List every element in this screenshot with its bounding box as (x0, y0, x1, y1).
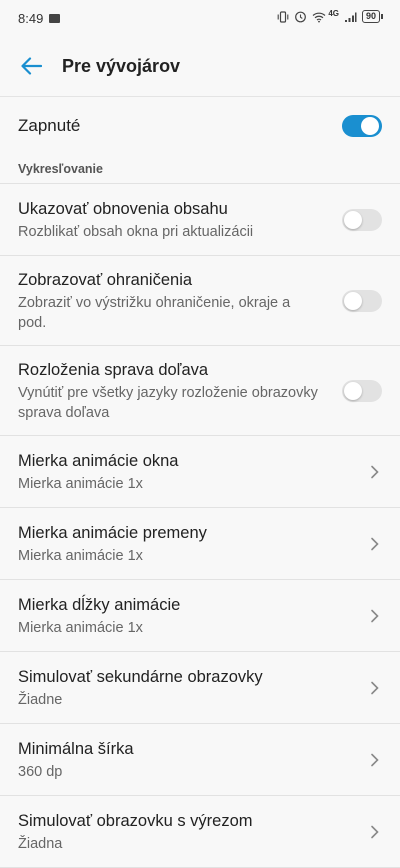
toggle-knob (361, 117, 379, 135)
toggle-knob (344, 291, 362, 310)
chevron-right-icon (368, 465, 382, 479)
setting-show-surface-updates[interactable]: Ukazovať obnovenia obsahu Rozblikať obsa… (0, 184, 400, 256)
toggle-knob (344, 210, 362, 229)
setting-subtitle: Žiadna (18, 835, 63, 852)
battery-icon: 90 (361, 10, 384, 23)
setting-show-layout-bounds[interactable]: Zobrazovať ohraničenia Zobraziť vo výstr… (0, 256, 400, 346)
chevron-right-icon (368, 825, 382, 839)
setting-simulate-display-cutout[interactable]: Simulovať obrazovku s výrezom Žiadna (0, 796, 400, 868)
page-title: Pre vývojárov (62, 55, 181, 76)
toggle-switch[interactable] (342, 208, 382, 231)
setting-force-rtl-layout[interactable]: Rozloženia sprava doľava Vynútiť pre vše… (0, 346, 400, 436)
chevron-right-icon (368, 681, 382, 695)
network-type-label: 4G (328, 9, 339, 18)
signal-icon (344, 12, 357, 22)
status-bar: 8:49 4G 90 (0, 0, 400, 36)
main-toggle-switch[interactable] (342, 115, 382, 137)
toggle-switch[interactable] (342, 289, 382, 312)
chevron-right-icon (368, 537, 382, 551)
setting-transition-animation-scale[interactable]: Mierka animácie premeny Mierka animácie … (0, 508, 400, 580)
battery-level: 90 (365, 11, 376, 21)
back-arrow-icon[interactable] (18, 53, 44, 79)
toggle-switch[interactable] (342, 379, 382, 402)
setting-subtitle: Žiadne (18, 691, 63, 708)
setting-title: Zobrazovať ohraničenia (18, 270, 193, 289)
alarm-icon (295, 11, 307, 23)
chevron-right-icon (368, 753, 382, 767)
setting-animator-duration-scale[interactable]: Mierka dĺžky animácie Mierka animácie 1x (0, 580, 400, 652)
setting-title: Mierka animácie premeny (18, 523, 207, 542)
main-toggle-label: Zapnuté (18, 116, 81, 135)
section-header: Vykresľovanie (0, 155, 400, 184)
setting-subtitle: Zobraziť vo výstrižku ohraničenie, okraj… (18, 294, 291, 331)
main-toggle-row[interactable]: Zapnuté (0, 97, 400, 155)
wifi-icon (312, 12, 326, 22)
setting-title: Simulovať obrazovku s výrezom (18, 811, 253, 830)
setting-subtitle: 360 dp (18, 763, 63, 780)
setting-window-animation-scale[interactable]: Mierka animácie okna Mierka animácie 1x (0, 436, 400, 508)
status-time: 8:49 (18, 10, 44, 26)
setting-title: Mierka animácie okna (18, 451, 179, 470)
setting-simulate-secondary-displays[interactable]: Simulovať sekundárne obrazovky Žiadne (0, 652, 400, 724)
setting-subtitle: Mierka animácie 1x (18, 547, 143, 564)
setting-subtitle: Mierka animácie 1x (18, 475, 143, 492)
setting-title: Ukazovať obnovenia obsahu (18, 199, 228, 218)
setting-minimum-width[interactable]: Minimálna šírka 360 dp (0, 724, 400, 796)
setting-title: Simulovať sekundárne obrazovky (18, 667, 263, 686)
setting-subtitle: Mierka animácie 1x (18, 619, 143, 636)
vibrate-icon (277, 10, 289, 23)
setting-title: Mierka dĺžky animácie (18, 595, 181, 614)
setting-title: Rozloženia sprava doľava (18, 360, 209, 379)
toggle-knob (344, 381, 362, 400)
setting-subtitle: Rozblikať obsah okna pri aktualizácii (18, 223, 254, 240)
settings-list: Ukazovať obnovenia obsahu Rozblikať obsa… (0, 184, 400, 868)
setting-title: Minimálna šírka (18, 739, 134, 758)
gallery-notification-icon (49, 13, 61, 23)
app-bar: Pre vývojárov (0, 36, 400, 97)
chevron-right-icon (368, 609, 382, 623)
setting-subtitle: Vynútiť pre všetky jazyky rozloženie obr… (18, 384, 318, 421)
